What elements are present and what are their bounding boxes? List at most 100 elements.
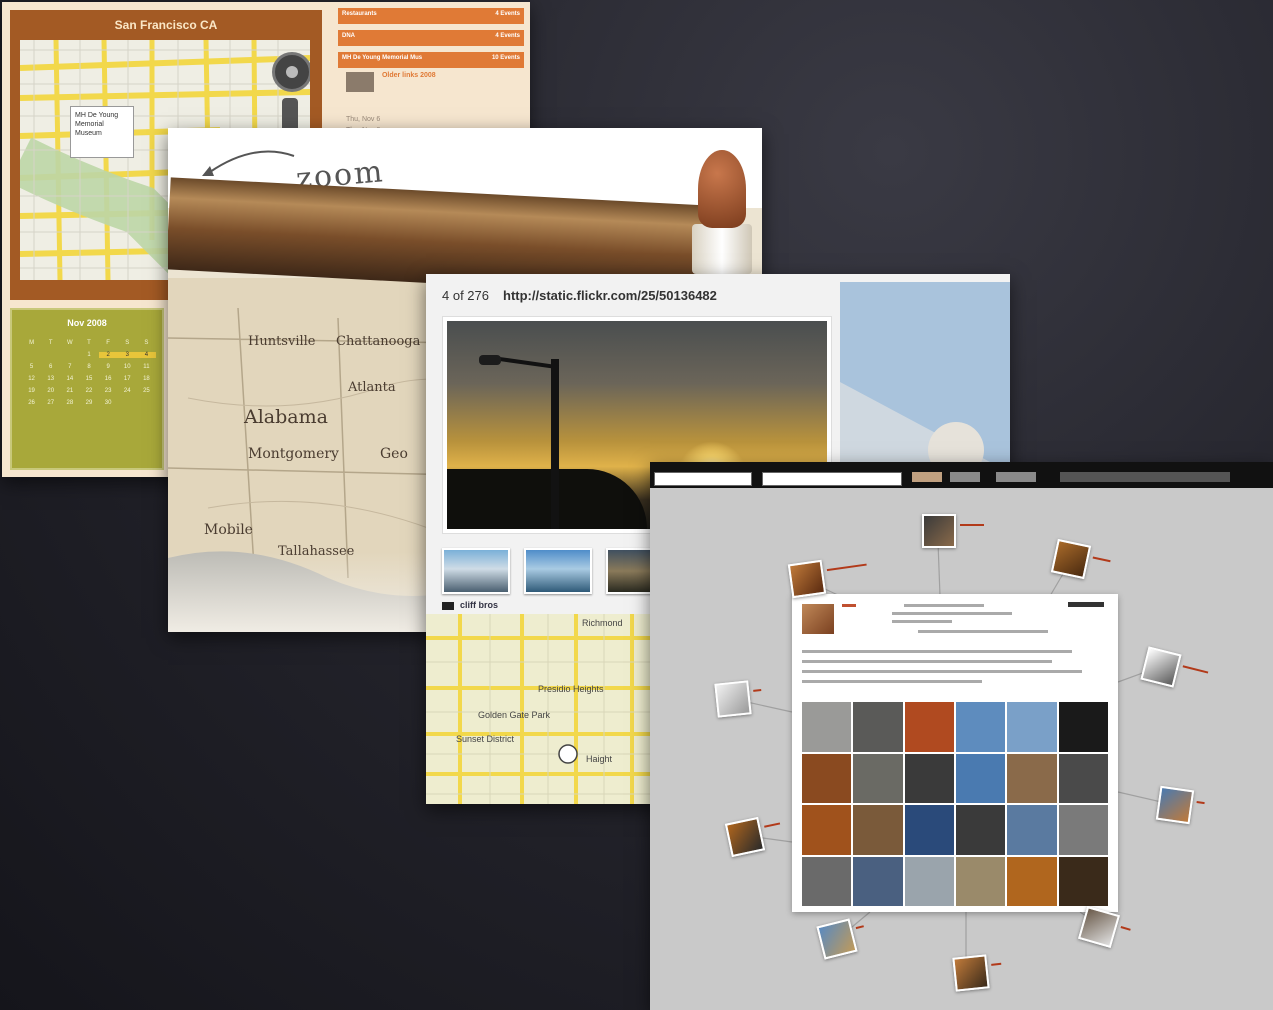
calendar-day[interactable]: 12 [22, 376, 41, 382]
calendar-day[interactable]: 17 [118, 376, 137, 382]
calendar-day[interactable]: 25 [137, 388, 156, 394]
calendar-weekday: T [48, 340, 53, 346]
calendar-day[interactable]: 29 [79, 400, 98, 406]
event-row[interactable]: DNA 4 Events [338, 30, 524, 46]
calendar-day[interactable]: 11 [137, 364, 156, 370]
event-name: DNA [342, 33, 355, 39]
event-count: 4 Events [495, 11, 520, 17]
friend-node[interactable] [952, 954, 1002, 992]
grid-photo[interactable] [955, 856, 1006, 906]
grid-photo[interactable] [1058, 702, 1108, 752]
grid-photo[interactable] [1007, 753, 1057, 803]
text-line [802, 650, 1072, 653]
photo-counter: 4 of 276 [442, 288, 489, 303]
text-line [802, 670, 1082, 673]
user-link[interactable]: cliff bros [442, 600, 498, 610]
calendar-day[interactable]: 20 [41, 388, 60, 394]
friend-node[interactable] [1155, 785, 1205, 825]
text-line [892, 620, 952, 623]
calendar-weekday: M [29, 340, 35, 346]
calendar-day[interactable]: 23 [99, 388, 118, 394]
grid-photo[interactable] [1007, 702, 1057, 752]
map-label: Presidio Heights [538, 684, 604, 694]
calendar-day[interactable]: 21 [60, 388, 79, 394]
calendar-weekday: T [87, 340, 91, 346]
calendar-weekday: F [106, 340, 110, 346]
grid-photo[interactable] [904, 805, 954, 855]
event-detail-title[interactable]: Older links 2008 [382, 72, 436, 79]
calendar-month: Nov 2008 [67, 318, 107, 328]
grid-photo[interactable] [1007, 805, 1057, 855]
calendar-day[interactable]: 1 [79, 352, 98, 358]
event-list: Restaurants 4 Events DNA 4 Events MH De … [338, 8, 524, 74]
grid-photo[interactable] [1058, 805, 1108, 855]
grid-photo[interactable] [853, 753, 903, 803]
calendar-day[interactable]: 8 [79, 364, 98, 370]
friend-node[interactable] [1050, 538, 1111, 580]
friend-node[interactable] [787, 559, 867, 599]
calendar-day[interactable]: 27 [41, 400, 60, 406]
grid-photo[interactable] [802, 753, 852, 803]
calendar-day[interactable]: 4 [136, 352, 156, 358]
photo-thumbnail[interactable] [442, 548, 510, 594]
friend-node[interactable] [922, 514, 984, 548]
event-row[interactable]: MH De Young Memorial Mus 10 Events [338, 52, 524, 68]
friend-avatar [714, 680, 752, 718]
grid-photo[interactable] [853, 805, 903, 855]
calendar-day[interactable]: 30 [99, 400, 118, 406]
calendar-day[interactable]: 28 [60, 400, 79, 406]
grid-photo[interactable] [853, 856, 903, 906]
grid-photo[interactable] [802, 805, 852, 855]
grid-photo[interactable] [1058, 753, 1108, 803]
calendar-day[interactable]: 18 [137, 376, 156, 382]
compass-nav-icon[interactable] [272, 52, 310, 92]
calendar-day[interactable]: 15 [79, 376, 98, 382]
calendar-day[interactable]: 5 [22, 364, 41, 370]
flag-icon [442, 601, 454, 610]
calendar-day[interactable]: 14 [60, 376, 79, 382]
calendar-day[interactable]: 19 [22, 388, 41, 394]
place-label: Montgomery [248, 446, 339, 462]
avatar[interactable] [802, 604, 834, 634]
grid-photo[interactable] [802, 856, 852, 906]
grid-photo[interactable] [1007, 856, 1057, 906]
grid-photo[interactable] [904, 856, 954, 906]
calendar-day[interactable]: 7 [60, 364, 79, 370]
calendar-day[interactable]: 2 [98, 352, 118, 358]
calendar-day[interactable]: 6 [41, 364, 60, 370]
place-label: Mobile [204, 522, 253, 538]
friend-node[interactable] [714, 680, 762, 718]
calendar-day[interactable]: 22 [79, 388, 98, 394]
grid-photo[interactable] [802, 702, 852, 752]
photo-thumbnail[interactable] [524, 548, 592, 594]
event-row[interactable]: Restaurants 4 Events [338, 8, 524, 24]
grid-photo[interactable] [904, 753, 954, 803]
photo-url-link[interactable]: http://static.flickr.com/25/50136482 [503, 288, 717, 303]
calendar-widget: Nov 2008 M T W T F S S 1 2 3 4 5 6 7 8 9 10 11 12 13 14 15 16 1… [10, 308, 164, 470]
calendar-day[interactable]: 13 [41, 376, 60, 382]
grid-photo[interactable] [904, 702, 954, 752]
grid-photo[interactable] [1058, 856, 1108, 906]
grid-photo[interactable] [955, 702, 1006, 752]
calendar-day[interactable]: 3 [117, 352, 137, 358]
event-name: Restaurants [342, 11, 377, 17]
street-lamp-head [479, 355, 501, 365]
map-info-window: MH De Young Memorial Museum [70, 106, 134, 158]
grid-photo[interactable] [955, 753, 1006, 803]
grid-photo[interactable] [955, 805, 1006, 855]
calendar-grid[interactable]: M T W T F S S 1 2 3 4 5 6 7 8 9 10 11 12 13 14 15 16 17 18 19 20 21… [22, 340, 156, 406]
viewer-header: 4 of 276 http://static.flickr.com/25/5013… [442, 288, 717, 303]
friend-node[interactable] [724, 816, 781, 858]
grid-photo[interactable] [853, 702, 903, 752]
calendar-day[interactable]: 24 [118, 388, 137, 394]
map-label: Haight [586, 754, 613, 764]
event-date: Thu, Nov 6 [346, 116, 381, 123]
calendar-day[interactable]: 10 [118, 364, 137, 370]
calendar-day[interactable]: 9 [99, 364, 118, 370]
callout-line: Memorial [75, 121, 104, 129]
user-name: cliff bros [460, 600, 499, 610]
text-line [842, 604, 856, 607]
calendar-day[interactable]: 26 [22, 400, 41, 406]
friend-avatar [952, 954, 990, 992]
calendar-day[interactable]: 16 [99, 376, 118, 382]
